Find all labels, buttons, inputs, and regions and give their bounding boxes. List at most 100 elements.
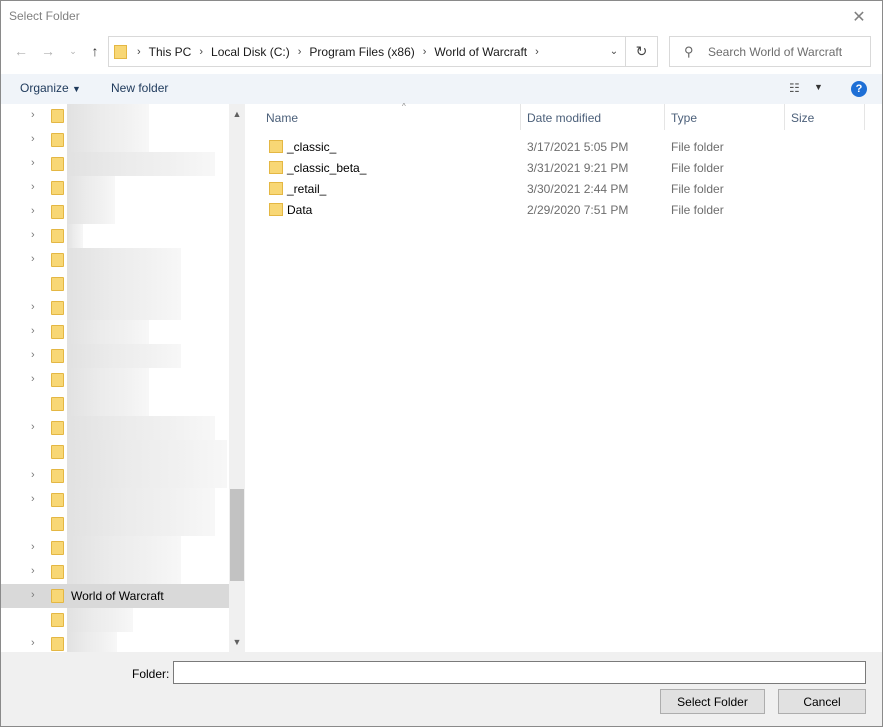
tree-item[interactable]: › [1, 488, 229, 512]
tree-item[interactable]: › [1, 416, 229, 440]
redacted-label [67, 512, 215, 536]
tree-item-world-of-warcraft[interactable]: › World of Warcraft [1, 584, 229, 608]
chevron-right-icon[interactable]: › [31, 133, 35, 145]
chevron-right-icon[interactable]: › [31, 325, 35, 337]
address-bar[interactable]: › This PC › Local Disk (C:) › Program Fi… [108, 36, 658, 67]
chevron-right-icon[interactable]: › [423, 46, 427, 58]
chevron-right-icon[interactable]: › [31, 421, 35, 433]
tree-item[interactable]: › [1, 176, 229, 200]
chevron-right-icon[interactable]: › [31, 589, 35, 601]
tree-item[interactable]: › [1, 104, 229, 128]
file-type: File folder [671, 203, 724, 217]
folder-icon [51, 589, 64, 603]
folder-icon [51, 349, 64, 363]
tree-item[interactable]: › [1, 224, 229, 248]
column-header-type[interactable]: Type [665, 104, 785, 130]
chevron-right-icon[interactable]: › [31, 157, 35, 169]
file-row[interactable]: _retail_ 3/30/2021 2:44 PM File folder [265, 178, 865, 199]
chevron-right-icon[interactable]: › [298, 46, 302, 58]
tree-item[interactable]: › [1, 296, 229, 320]
chevron-right-icon[interactable]: › [31, 637, 35, 649]
breadcrumb-this-pc[interactable]: This PC [149, 45, 192, 59]
tree-item[interactable]: › [1, 320, 229, 344]
tree-item[interactable] [1, 392, 229, 416]
chevron-right-icon[interactable]: › [31, 493, 35, 505]
tree-item[interactable]: › [1, 464, 229, 488]
folder-icon [51, 277, 64, 291]
folder-icon [51, 541, 64, 555]
chevron-right-icon[interactable]: › [31, 109, 35, 121]
folder-icon [269, 182, 283, 195]
chevron-right-icon[interactable]: › [31, 565, 35, 577]
navigation-pane[interactable]: › › › › › › › › › › › › › › › › › World o… [1, 104, 245, 656]
tree-item[interactable]: › [1, 560, 229, 584]
search-box[interactable]: ⚲ [669, 36, 871, 67]
search-input[interactable] [708, 43, 866, 61]
folder-input[interactable] [173, 661, 866, 684]
recent-locations-chevron-down-icon[interactable]: ⌄ [65, 42, 81, 60]
folder-icon [51, 325, 64, 339]
tree-item[interactable]: › [1, 248, 229, 272]
chevron-right-icon[interactable]: › [31, 229, 35, 241]
file-row[interactable]: Data 2/29/2020 7:51 PM File folder [265, 199, 865, 220]
chevron-right-icon[interactable]: › [31, 205, 35, 217]
forward-arrow-icon[interactable]: → [40, 42, 56, 60]
column-header-name[interactable]: ^ Name [260, 102, 521, 130]
file-name: _retail_ [287, 182, 327, 196]
chevron-right-icon[interactable]: › [31, 253, 35, 265]
chevron-right-icon[interactable]: › [31, 349, 35, 361]
organize-button[interactable]: Organize ▼ [20, 81, 81, 95]
redacted-label [67, 128, 149, 152]
file-name: _classic_beta_ [287, 161, 367, 175]
navigation-scrollbar[interactable]: ▲ ▼ [229, 104, 245, 652]
chevron-right-icon[interactable]: › [31, 301, 35, 313]
folder-icon [269, 161, 283, 174]
address-dropdown-chevron-down-icon[interactable]: ⌄ [605, 37, 623, 66]
chevron-right-icon[interactable]: › [535, 46, 539, 58]
folder-icon [51, 445, 64, 459]
file-row[interactable]: _classic_ 3/17/2021 5:05 PM File folder [265, 136, 865, 157]
new-folder-button[interactable]: New folder [111, 81, 168, 95]
tree-item[interactable] [1, 512, 229, 536]
tree-item[interactable]: › [1, 536, 229, 560]
tree-item[interactable]: › [1, 200, 229, 224]
tree-item[interactable] [1, 440, 229, 464]
breadcrumb-local-disk[interactable]: Local Disk (C:) [211, 45, 290, 59]
select-folder-dialog: Select Folder ✕ ← → ⌄ ↑ › This PC › Loca… [0, 0, 883, 727]
file-date: 2/29/2020 7:51 PM [527, 203, 629, 217]
up-arrow-icon[interactable]: ↑ [87, 42, 103, 60]
chevron-right-icon[interactable]: › [31, 181, 35, 193]
chevron-right-icon[interactable]: › [31, 541, 35, 553]
tree-item[interactable]: › [1, 128, 229, 152]
file-row[interactable]: _classic_beta_ 3/31/2021 9:21 PM File fo… [265, 157, 865, 178]
view-details-icon[interactable]: ☷ [789, 81, 800, 95]
close-icon[interactable]: ✕ [836, 1, 882, 32]
tree-item[interactable] [1, 272, 229, 296]
column-header-size[interactable]: Size [785, 104, 865, 130]
back-arrow-icon[interactable]: ← [13, 42, 29, 60]
tree-item[interactable]: › [1, 152, 229, 176]
view-options-chevron-down-icon[interactable]: ▼ [814, 82, 823, 92]
folder-icon [269, 140, 283, 153]
refresh-icon[interactable]: ↻ [625, 37, 657, 66]
scroll-down-icon[interactable]: ▼ [229, 634, 245, 650]
file-list[interactable]: ^ Name Date modified Type Size _classic_… [245, 102, 882, 652]
redacted-label [67, 536, 181, 560]
column-header-date-modified[interactable]: Date modified [521, 104, 665, 130]
chevron-right-icon[interactable]: › [31, 469, 35, 481]
breadcrumb-world-of-warcraft[interactable]: World of Warcraft [434, 45, 527, 59]
file-type: File folder [671, 140, 724, 154]
tree-item[interactable]: › [1, 368, 229, 392]
tree-item[interactable] [1, 608, 229, 632]
chevron-right-icon[interactable]: › [137, 46, 141, 58]
scrollbar-thumb[interactable] [230, 489, 244, 581]
tree-item[interactable]: › [1, 344, 229, 368]
scroll-up-icon[interactable]: ▲ [229, 106, 245, 122]
chevron-right-icon[interactable]: › [199, 46, 203, 58]
chevron-right-icon[interactable]: › [31, 373, 35, 385]
cancel-button[interactable]: Cancel [778, 689, 866, 714]
select-folder-button[interactable]: Select Folder [660, 689, 765, 714]
file-date: 3/30/2021 2:44 PM [527, 182, 629, 196]
help-icon[interactable]: ? [851, 81, 867, 97]
breadcrumb-program-files[interactable]: Program Files (x86) [309, 45, 414, 59]
